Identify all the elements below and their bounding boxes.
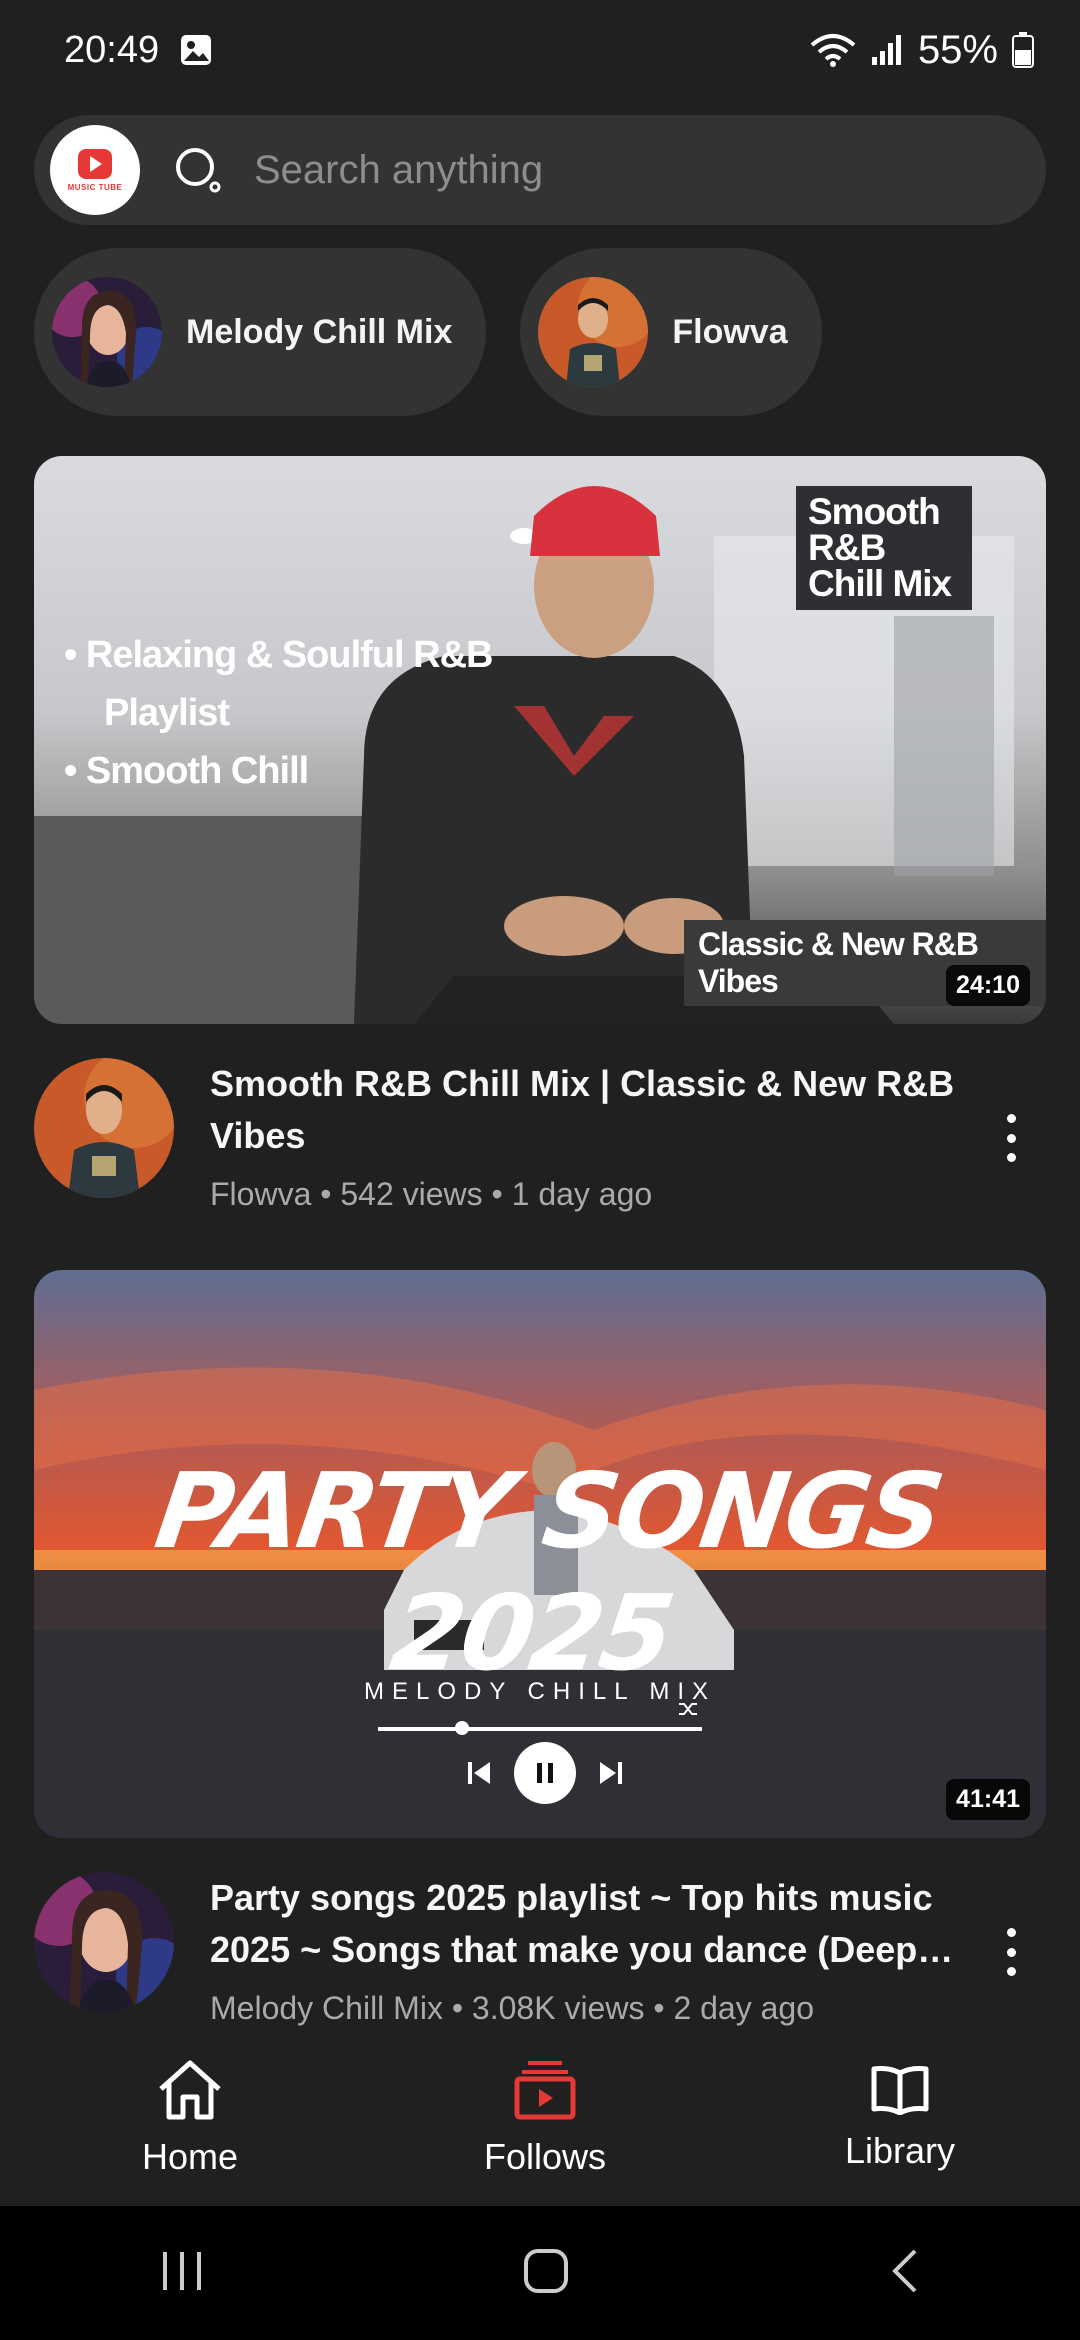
melody-chill-mix-avatar xyxy=(52,277,162,387)
video-card[interactable]: PARTY SONGS 2025 MELODY CHILL MIX 41:41 xyxy=(34,1270,1046,2027)
search-icon[interactable] xyxy=(174,146,222,194)
thumbnail-player-label: MELODY CHILL MIX xyxy=(363,1678,717,1705)
chip-melody-chill-mix[interactable]: Melody Chill Mix xyxy=(34,248,487,416)
image-icon xyxy=(179,33,213,67)
video-subtitle: Flowva • 542 views • 1 day ago xyxy=(210,1176,653,1212)
nav-library[interactable]: Library xyxy=(820,2065,980,2172)
home-icon xyxy=(157,2059,223,2126)
thumbnail-badge: Smooth R&B Chill Mix xyxy=(796,486,972,610)
chip-flowva[interactable]: Flowva xyxy=(520,248,822,416)
pause-icon xyxy=(514,1742,576,1804)
wifi-icon xyxy=(810,33,856,67)
video-subtitle: Melody Chill Mix • 3.08K views • 2 day a… xyxy=(210,1990,814,2026)
thumbnail-bullet-text: Relaxing & Soulful R&B xyxy=(85,634,494,676)
status-time: 20:49 xyxy=(64,28,160,71)
channel-chips: Melody Chill Mix Flowva xyxy=(34,248,822,416)
video-card[interactable]: • Relaxing & Soulful R&B Playlist • Smoo… xyxy=(34,456,1046,1213)
next-track-icon xyxy=(598,1760,624,1791)
nav-follows[interactable]: Follows xyxy=(465,2059,625,2178)
back-icon[interactable] xyxy=(887,2247,921,2300)
library-icon xyxy=(871,2065,929,2120)
chip-label: Flowva xyxy=(672,312,788,351)
more-options-button[interactable] xyxy=(996,1922,1026,1982)
thumbnail-bullet-text: Playlist xyxy=(104,692,230,734)
nav-home[interactable]: Home xyxy=(110,2059,270,2178)
app-logo-text: MUSIC TUBE xyxy=(67,182,123,192)
video-title[interactable]: Party songs 2025 playlist ~ Top hits mus… xyxy=(210,1872,970,1976)
thumbnail-bullet-text: Smooth Chill xyxy=(85,750,309,792)
app-logo[interactable]: MUSIC TUBE xyxy=(50,125,140,215)
flowva-avatar xyxy=(538,277,649,387)
more-dot xyxy=(1006,1114,1016,1123)
video-title[interactable]: Smooth R&B Chill Mix | Classic & New R&B… xyxy=(210,1058,970,1162)
video-thumbnail[interactable]: • Relaxing & Soulful R&B Playlist • Smoo… xyxy=(34,456,1046,1024)
recent-apps-icon[interactable] xyxy=(159,2248,205,2299)
more-dot xyxy=(1006,1133,1016,1143)
battery-percent: 55% xyxy=(917,27,998,72)
video-duration: 24:10 xyxy=(946,965,1030,1006)
previous-track-icon xyxy=(466,1760,492,1791)
search-input[interactable] xyxy=(254,147,974,193)
nav-label: Follows xyxy=(483,2135,607,2177)
video-duration: 41:41 xyxy=(946,1779,1030,1820)
channel-avatar-flowva[interactable] xyxy=(34,1058,174,1198)
more-dot xyxy=(1006,1928,1016,1937)
system-navigation-bar xyxy=(0,2206,1080,2340)
more-dot xyxy=(1006,1967,1016,1976)
video-thumbnail[interactable]: PARTY SONGS 2025 MELODY CHILL MIX 41:41 xyxy=(34,1270,1046,1838)
music-tube-logo-icon xyxy=(78,148,112,179)
player-progress-track xyxy=(378,1727,702,1731)
search-bar[interactable]: MUSIC TUBE xyxy=(34,115,1046,225)
thumbnail-bullets: • Relaxing & Soulful R&B Playlist • Smoo… xyxy=(64,634,494,792)
home-system-icon[interactable] xyxy=(522,2247,570,2300)
more-dot xyxy=(1006,1153,1016,1162)
follows-icon xyxy=(514,2059,576,2126)
nav-label: Library xyxy=(844,2129,956,2171)
more-dot xyxy=(1006,1947,1016,1957)
nav-label: Home xyxy=(141,2135,239,2177)
shuffle-icon xyxy=(678,1700,698,1723)
thumbnail-headline: PARTY SONGS 2025 xyxy=(148,1450,949,1694)
battery-icon xyxy=(1012,32,1034,68)
more-options-button[interactable] xyxy=(996,1108,1026,1168)
channel-avatar-melody-chill-mix[interactable] xyxy=(34,1872,174,2012)
status-bar: 20:49 55% xyxy=(0,0,1080,100)
bottom-navigation: Home Follows Library xyxy=(0,2030,1080,2206)
signal-icon xyxy=(870,33,904,67)
chip-label: Melody Chill Mix xyxy=(186,312,453,351)
